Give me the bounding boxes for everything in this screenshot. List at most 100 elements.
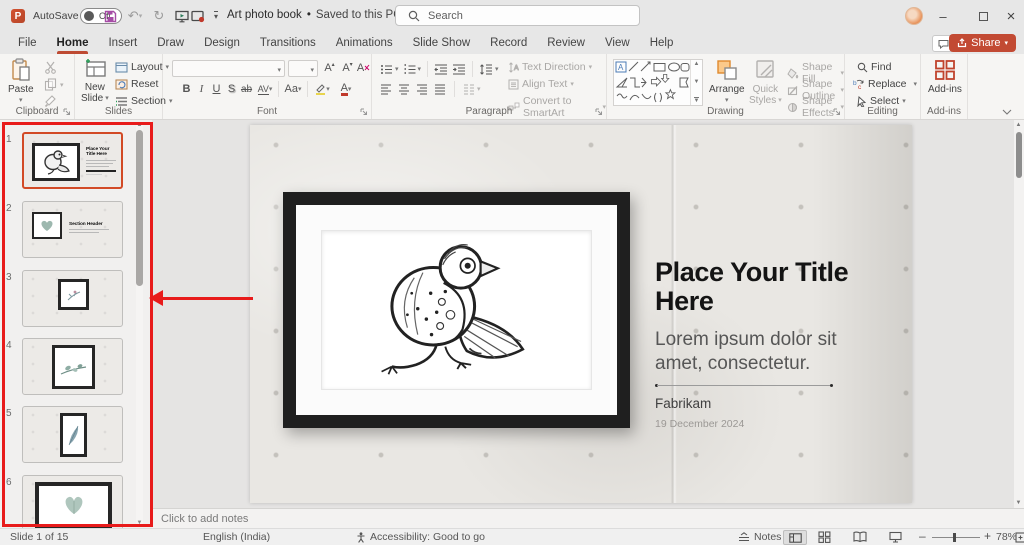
minimize-button[interactable]: –	[928, 0, 958, 32]
font-dialog-launcher[interactable]	[360, 108, 368, 116]
canvas-scrollbar[interactable]: ▲ ▼	[1014, 120, 1024, 508]
slide-date-text[interactable]: 19 December 2024	[655, 418, 744, 430]
save-button[interactable]	[100, 7, 120, 25]
align-left-button[interactable]	[380, 84, 392, 95]
tab-insert[interactable]: Insert	[98, 32, 147, 54]
new-slide-button[interactable]: New Slide▾	[81, 58, 109, 104]
notes-pane[interactable]: Click to add notes	[152, 508, 1024, 528]
bold-button[interactable]: B	[179, 81, 194, 97]
paste-button[interactable]: Paste ▾	[8, 58, 34, 106]
panel-scrollbar-thumb[interactable]	[136, 130, 143, 286]
zoom-slider-thumb[interactable]	[953, 533, 956, 542]
font-name-combo[interactable]: ▾	[172, 60, 285, 77]
tab-review[interactable]: Review	[537, 32, 595, 54]
share-button[interactable]: Share ▾	[949, 34, 1016, 52]
normal-view-button[interactable]	[783, 530, 807, 545]
clipboard-dialog-launcher[interactable]	[63, 108, 71, 116]
fit-slide-button[interactable]	[1015, 532, 1024, 543]
character-spacing-button[interactable]: AV▾	[254, 81, 276, 97]
reading-view-button[interactable]	[853, 531, 867, 543]
shapes-gallery-scrollbar[interactable]: ▲ ▼ ▼	[690, 60, 702, 105]
undo-button[interactable]: ↶ ▾	[122, 7, 148, 25]
tab-animations[interactable]: Animations	[326, 32, 403, 54]
slide-thumbnail-6[interactable]	[22, 475, 123, 528]
drawing-dialog-launcher[interactable]	[833, 108, 841, 116]
addins-button[interactable]: Add-ins	[928, 58, 962, 95]
search-box[interactable]: Search	[395, 5, 640, 26]
decrease-indent-button[interactable]	[434, 64, 448, 75]
align-right-button[interactable]	[416, 84, 428, 95]
slide-counter[interactable]: Slide 1 of 15	[10, 531, 68, 543]
tab-draw[interactable]: Draw	[147, 32, 194, 54]
slide-thumbnail-4[interactable]	[22, 338, 123, 395]
arrange-button[interactable]: Arrange ▾	[709, 58, 745, 106]
line-spacing-button[interactable]: ▾	[479, 64, 499, 75]
restore-button[interactable]	[968, 0, 998, 32]
export-button[interactable]	[188, 7, 208, 25]
cut-button[interactable]	[44, 61, 57, 74]
align-text-button[interactable]: Align Text ▾	[508, 78, 574, 90]
zoom-slider-track[interactable]	[932, 537, 980, 538]
justify-button[interactable]	[434, 84, 446, 95]
strikethrough-button[interactable]: ab	[239, 81, 254, 97]
font-size-combo[interactable]: ▾	[288, 60, 318, 77]
slide-thumbnail-1[interactable]: Place Your Title Here	[22, 132, 123, 189]
shapes-gallery[interactable]: A ▲	[613, 59, 703, 106]
tab-view[interactable]: View	[595, 32, 640, 54]
numbering-button[interactable]: ▾	[403, 64, 422, 75]
notes-toggle-button[interactable]: Notes	[738, 531, 781, 543]
slide-sorter-view-button[interactable]	[818, 531, 831, 543]
document-title-area[interactable]: Art photo book • Saved to this PC ▾	[227, 9, 410, 21]
text-direction-button[interactable]: A Text Direction ▾	[508, 61, 592, 73]
bullets-button[interactable]: ▾	[380, 64, 399, 75]
copy-button[interactable]: ▾	[44, 78, 64, 91]
font-color-button[interactable]: A ▾	[334, 81, 358, 97]
customize-qat-button[interactable]: ▾	[206, 7, 226, 25]
highlight-color-button[interactable]: ▾	[310, 81, 334, 97]
replace-button[interactable]: b c Replace ▾	[853, 78, 917, 90]
tab-home[interactable]: Home	[47, 32, 99, 54]
align-center-button[interactable]	[398, 84, 410, 95]
underline-button[interactable]: U	[209, 81, 224, 97]
tab-record[interactable]: Record	[480, 32, 537, 54]
slide-footer-text[interactable]: Fabrikam	[655, 396, 711, 411]
redo-button[interactable]: ↻	[149, 7, 169, 25]
close-button[interactable]: ×	[996, 0, 1024, 32]
tab-file[interactable]: File	[8, 32, 47, 54]
powerpoint-logo-icon[interactable]: P	[11, 9, 25, 23]
find-button[interactable]: Find	[857, 61, 891, 73]
change-case-button[interactable]: Aa▾	[281, 81, 305, 97]
columns-button[interactable]: ▾	[463, 84, 481, 95]
zoom-level[interactable]: 78%	[996, 531, 1017, 543]
increase-indent-button[interactable]	[452, 64, 466, 75]
tab-design[interactable]: Design	[194, 32, 250, 54]
panel-scrollbar[interactable]: ▲ ▼	[136, 122, 143, 526]
zoom-out-button[interactable]: –	[919, 529, 926, 543]
slide-1-canvas[interactable]: Place Your Title Here Lorem ipsum dolor …	[250, 125, 912, 503]
accessibility-status[interactable]: Accessibility: Good to go	[356, 531, 485, 543]
slide-picture-frame[interactable]	[283, 192, 630, 428]
zoom-in-button[interactable]: +	[984, 529, 991, 543]
slide-title-text[interactable]: Place Your Title Here	[655, 258, 870, 316]
paragraph-dialog-launcher[interactable]	[595, 108, 603, 116]
grow-font-button[interactable]: A▴	[322, 60, 337, 76]
quick-styles-button[interactable]: Quick Styles▾	[749, 58, 782, 106]
slide-thumbnail-2[interactable]: Section Header	[22, 201, 123, 258]
slide-thumbnail-5[interactable]	[22, 406, 123, 463]
text-shadow-button[interactable]: S	[224, 81, 239, 97]
slideshow-view-button[interactable]	[889, 531, 902, 543]
tab-transitions[interactable]: Transitions	[250, 32, 326, 54]
user-avatar[interactable]	[905, 7, 923, 25]
layout-button[interactable]: Layout ▾	[115, 61, 169, 73]
collapse-ribbon-button[interactable]	[1002, 109, 1012, 115]
slide-thumbnail-3[interactable]	[22, 270, 123, 327]
clear-formatting-button[interactable]: A	[356, 60, 371, 76]
italic-button[interactable]: I	[194, 81, 209, 97]
tab-help[interactable]: Help	[640, 32, 684, 54]
shrink-font-button[interactable]: A▾	[340, 60, 355, 76]
language-indicator[interactable]: English (India)	[203, 531, 270, 543]
canvas-scrollbar-thumb[interactable]	[1016, 132, 1022, 178]
slide-body-text[interactable]: Lorem ipsum dolor sit amet, consectetur.	[655, 328, 850, 376]
reset-button[interactable]: Reset	[115, 78, 158, 90]
tab-slide-show[interactable]: Slide Show	[403, 32, 481, 54]
